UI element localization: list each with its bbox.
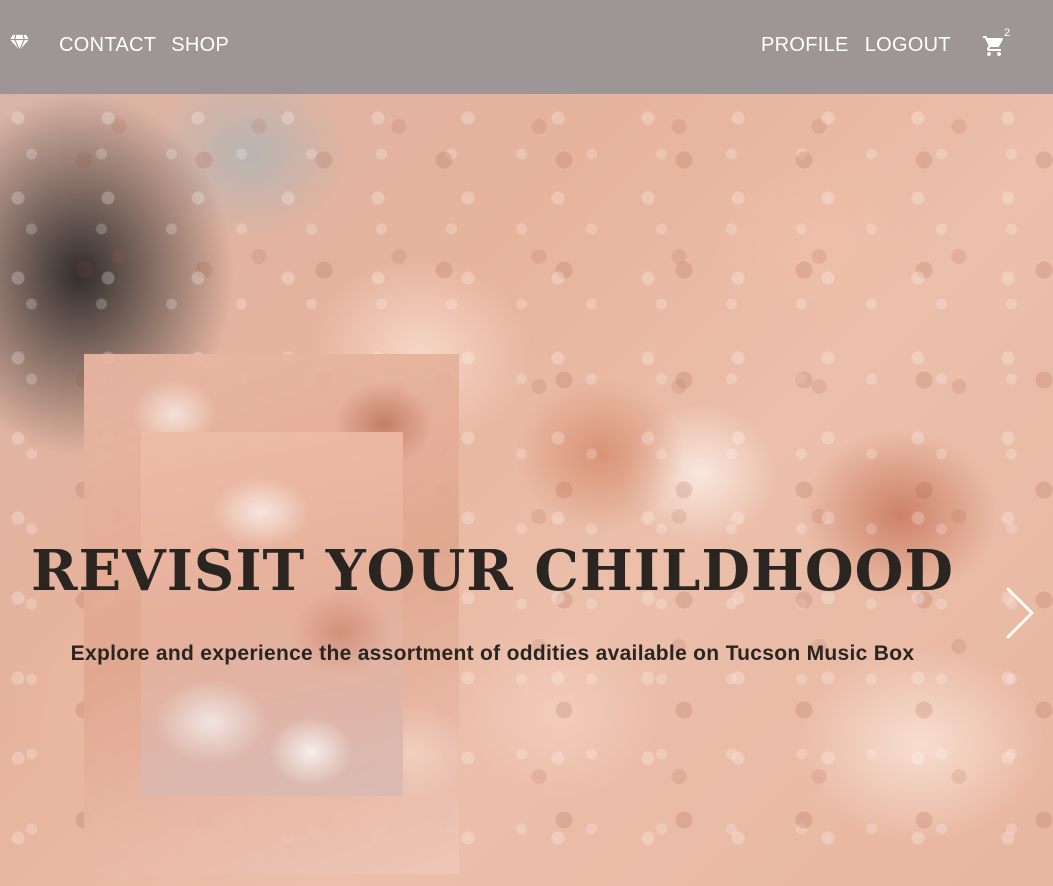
- hero-carousel: REVISIT YOUR CHILDHOOD Explore and exper…: [0, 94, 1053, 886]
- cart-count-badge: 2: [1004, 27, 1011, 39]
- diamond-icon[interactable]: [10, 32, 29, 51]
- hero-subtitle: Explore and experience the assortment of…: [70, 642, 915, 665]
- hero-title: REVISIT YOUR CHILDHOOD: [31, 538, 954, 604]
- nav-links-left: CONTACT SHOP: [59, 33, 229, 57]
- nav-link-profile[interactable]: PROFILE: [761, 33, 849, 57]
- nav-link-shop[interactable]: SHOP: [171, 33, 229, 57]
- nav-link-logout[interactable]: LOGOUT: [865, 33, 951, 57]
- cart-icon: [983, 36, 1004, 56]
- top-navbar: CONTACT SHOP PROFILE LOGOUT 2: [0, 0, 1053, 94]
- nav-links-right: PROFILE LOGOUT: [761, 33, 951, 57]
- chevron-right-icon[interactable]: [1004, 586, 1036, 640]
- nav-link-contact[interactable]: CONTACT: [59, 33, 156, 57]
- cart-button[interactable]: 2: [982, 27, 1012, 60]
- hero-image-panel-inner: [141, 432, 403, 796]
